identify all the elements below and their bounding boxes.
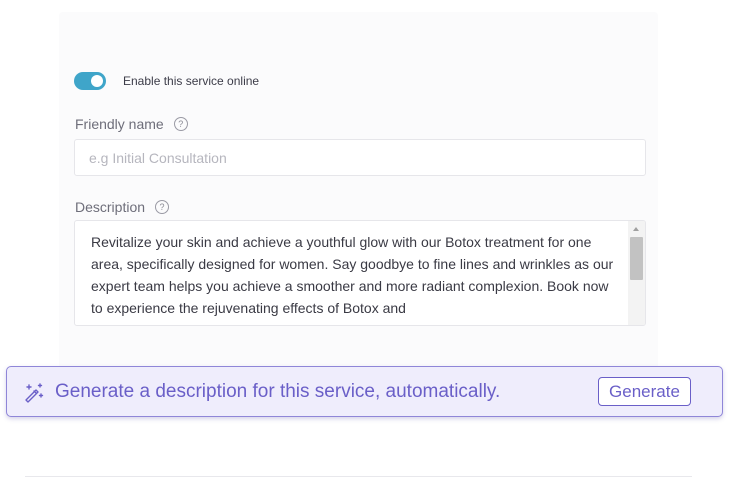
- enable-online-toggle[interactable]: [74, 72, 106, 90]
- enable-online-row: Enable this service online: [74, 72, 259, 90]
- bottom-divider: [25, 476, 692, 477]
- enable-online-label: Enable this service online: [123, 74, 260, 88]
- question-circle-icon[interactable]: ?: [155, 200, 170, 214]
- description-text[interactable]: Revitalize your skin and achieve a youth…: [91, 231, 621, 319]
- question-circle-icon[interactable]: ?: [173, 117, 188, 131]
- description-textarea[interactable]: Revitalize your skin and achieve a youth…: [74, 220, 646, 326]
- scroll-thumb[interactable]: [630, 237, 643, 280]
- description-label-row: Description ?: [75, 199, 170, 215]
- description-label: Description: [75, 199, 146, 215]
- description-scrollbar[interactable]: [628, 221, 645, 325]
- generate-button[interactable]: Generate: [598, 377, 691, 406]
- scroll-up-arrow-icon[interactable]: [633, 227, 639, 231]
- friendly-name-label-row: Friendly name ?: [75, 116, 188, 132]
- toggle-knob: [91, 75, 103, 87]
- magic-wand-icon: [25, 383, 44, 403]
- ai-generate-text: Generate a description for this service,…: [55, 381, 501, 402]
- friendly-name-input[interactable]: [74, 139, 646, 176]
- friendly-name-label: Friendly name: [75, 116, 164, 132]
- ai-generate-banner: Generate a description for this service,…: [6, 366, 723, 417]
